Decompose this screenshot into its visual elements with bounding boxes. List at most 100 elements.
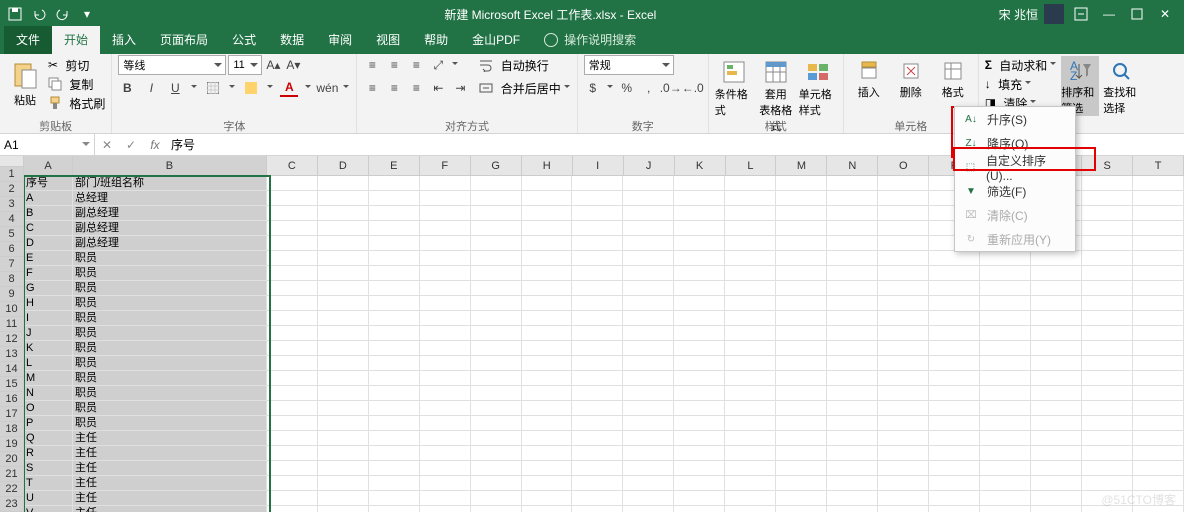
- cell[interactable]: [1031, 401, 1082, 416]
- cell[interactable]: [522, 221, 573, 236]
- cell[interactable]: [1082, 431, 1133, 446]
- column-header[interactable]: D: [318, 156, 369, 176]
- cell[interactable]: [522, 401, 573, 416]
- cell[interactable]: [1082, 251, 1133, 266]
- fill-color-button[interactable]: [242, 79, 260, 97]
- cell[interactable]: [369, 236, 420, 251]
- cell[interactable]: [725, 476, 776, 491]
- cell[interactable]: [878, 206, 929, 221]
- cell[interactable]: [725, 371, 776, 386]
- cell[interactable]: [522, 236, 573, 251]
- cell[interactable]: [827, 341, 878, 356]
- row-header[interactable]: 17: [0, 407, 24, 422]
- cell[interactable]: 副总经理: [73, 236, 267, 251]
- cell[interactable]: [980, 506, 1031, 512]
- cell[interactable]: [980, 386, 1031, 401]
- cell[interactable]: [1031, 326, 1082, 341]
- cell[interactable]: [471, 221, 522, 236]
- cell[interactable]: [878, 416, 929, 431]
- orientation-icon[interactable]: ⤢: [429, 56, 447, 74]
- cell[interactable]: V: [24, 506, 73, 512]
- cell[interactable]: [980, 401, 1031, 416]
- cell[interactable]: [318, 446, 369, 461]
- cell[interactable]: [522, 446, 573, 461]
- cell[interactable]: [1031, 461, 1082, 476]
- cell[interactable]: [674, 446, 725, 461]
- row-header[interactable]: 5: [0, 227, 24, 242]
- font-size-combo[interactable]: 11: [228, 55, 262, 75]
- row-header[interactable]: 18: [0, 422, 24, 437]
- cell[interactable]: [572, 221, 623, 236]
- underline-drop[interactable]: [190, 79, 198, 97]
- cell[interactable]: [420, 476, 471, 491]
- cell[interactable]: [776, 236, 827, 251]
- cell[interactable]: 副总经理: [73, 206, 267, 221]
- cell[interactable]: E: [24, 251, 73, 266]
- cell[interactable]: [318, 401, 369, 416]
- cell[interactable]: [572, 341, 623, 356]
- underline-button[interactable]: U: [166, 79, 184, 97]
- cell[interactable]: [1133, 266, 1184, 281]
- cell-style-button[interactable]: 单元格样式: [799, 56, 837, 118]
- paste-button[interactable]: 粘贴: [6, 56, 44, 108]
- cell[interactable]: [725, 251, 776, 266]
- column-header[interactable]: J: [624, 156, 675, 176]
- cell[interactable]: [420, 266, 471, 281]
- cell[interactable]: [1133, 251, 1184, 266]
- cell[interactable]: [776, 206, 827, 221]
- grow-font-icon[interactable]: A▴: [264, 56, 282, 74]
- cell[interactable]: [878, 296, 929, 311]
- cell[interactable]: 主任: [73, 476, 267, 491]
- cell[interactable]: 主任: [73, 506, 267, 512]
- cell[interactable]: [1133, 236, 1184, 251]
- cell[interactable]: [725, 401, 776, 416]
- cell[interactable]: [878, 476, 929, 491]
- cell[interactable]: [623, 356, 674, 371]
- cell[interactable]: 职员: [73, 266, 267, 281]
- tab-data[interactable]: 数据: [268, 26, 316, 54]
- cell[interactable]: [369, 371, 420, 386]
- cell[interactable]: [725, 266, 776, 281]
- cell[interactable]: [1133, 281, 1184, 296]
- cell[interactable]: [572, 281, 623, 296]
- tab-insert[interactable]: 插入: [100, 26, 148, 54]
- row-header[interactable]: 22: [0, 482, 24, 497]
- merge-button[interactable]: 合并后居中: [479, 79, 570, 97]
- cell[interactable]: [776, 296, 827, 311]
- font-color-button[interactable]: A: [280, 79, 298, 97]
- cell[interactable]: [674, 266, 725, 281]
- cell[interactable]: 主任: [73, 461, 267, 476]
- cell[interactable]: [827, 491, 878, 506]
- tab-formulas[interactable]: 公式: [220, 26, 268, 54]
- cell[interactable]: [776, 371, 827, 386]
- close-icon[interactable]: ✕: [1154, 3, 1176, 25]
- cell[interactable]: [471, 446, 522, 461]
- cell[interactable]: [929, 401, 980, 416]
- cell[interactable]: [369, 251, 420, 266]
- cell[interactable]: [267, 416, 318, 431]
- row-header[interactable]: 19: [0, 437, 24, 452]
- column-header[interactable]: N: [827, 156, 878, 176]
- cell[interactable]: 主任: [73, 446, 267, 461]
- cell[interactable]: [827, 386, 878, 401]
- cell[interactable]: [522, 416, 573, 431]
- cell[interactable]: [725, 416, 776, 431]
- border-drop[interactable]: [228, 79, 236, 97]
- cell[interactable]: [776, 401, 827, 416]
- cell[interactable]: [725, 236, 776, 251]
- cell[interactable]: [878, 446, 929, 461]
- cell[interactable]: 序号: [24, 176, 73, 191]
- cell[interactable]: [776, 266, 827, 281]
- cell[interactable]: [471, 236, 522, 251]
- cell[interactable]: [878, 236, 929, 251]
- cell[interactable]: [522, 506, 573, 512]
- cell[interactable]: [674, 506, 725, 512]
- cell[interactable]: [522, 386, 573, 401]
- cell[interactable]: F: [24, 266, 73, 281]
- cell[interactable]: [980, 371, 1031, 386]
- row-header[interactable]: 21: [0, 467, 24, 482]
- cell[interactable]: [420, 341, 471, 356]
- cell[interactable]: [674, 461, 725, 476]
- column-header[interactable]: O: [878, 156, 929, 176]
- cell[interactable]: 职员: [73, 326, 267, 341]
